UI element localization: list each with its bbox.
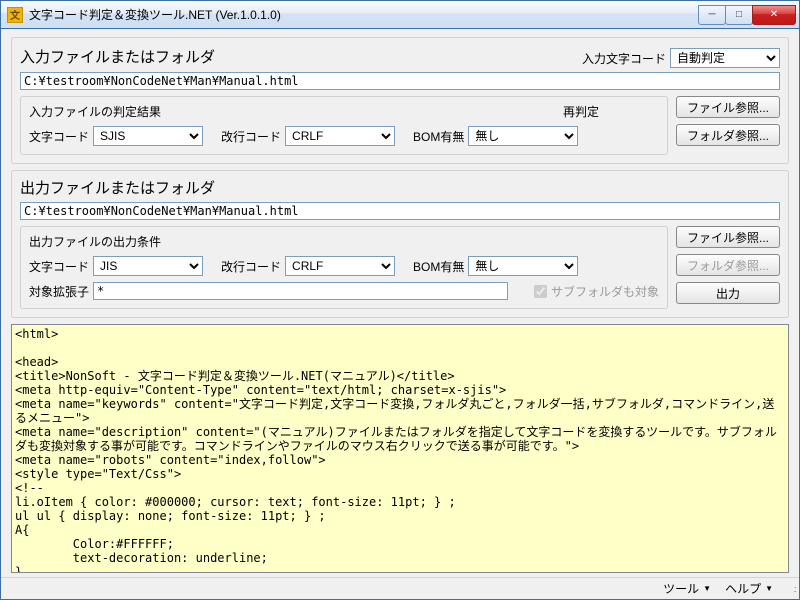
resize-grip[interactable]: .:: — [781, 586, 795, 592]
minimize-button[interactable]: ─ — [698, 5, 726, 25]
preview-pane[interactable]: <html> <head> <title>NonSoft - 文字コード判定＆変… — [11, 324, 789, 573]
input-judge-group: 入力ファイルの判定結果 再判定 文字コード SJIS 改行コード CRLF BO… — [20, 96, 668, 155]
tools-menu[interactable]: ツール ▼ — [657, 580, 717, 597]
input-encoding-label: 入力文字コード — [582, 50, 666, 67]
output-char-select[interactable]: JIS — [93, 256, 203, 276]
tools-label: ツール — [663, 580, 699, 597]
output-file-ref-button[interactable]: ファイル参照... — [676, 226, 780, 248]
window-title: 文字コード判定＆変換ツール.NET (Ver.1.0.1.0) — [29, 6, 699, 23]
chevron-down-icon: ▼ — [765, 584, 773, 593]
output-path-field[interactable] — [20, 202, 780, 220]
help-menu[interactable]: ヘルプ ▼ — [719, 580, 779, 597]
input-encoding-select[interactable]: 自動判定 — [670, 48, 780, 68]
input-group: 入力ファイルまたはフォルダ 入力文字コード 自動判定 入力ファイルの判定結果 再… — [11, 37, 789, 164]
output-folder-ref-button: フォルダ参照... — [676, 254, 780, 276]
input-group-title: 入力ファイルまたはフォルダ — [20, 46, 215, 67]
output-bom-label: BOM有無 — [413, 258, 464, 275]
input-char-label: 文字コード — [29, 128, 89, 145]
subfolder-label: サブフォルダも対象 — [551, 283, 659, 300]
output-char-label: 文字コード — [29, 258, 89, 275]
output-cond-title: 出力ファイルの出力条件 — [29, 233, 161, 250]
output-ext-field[interactable] — [93, 282, 508, 300]
output-bom-select[interactable]: 無し — [468, 256, 578, 276]
subfolder-checkbox-input — [534, 285, 547, 298]
subfolder-checkbox: サブフォルダも対象 — [534, 283, 659, 300]
output-group-title: 出力ファイルまたはフォルダ — [20, 177, 215, 198]
input-path-field[interactable] — [20, 72, 780, 90]
output-button[interactable]: 出力 — [676, 282, 780, 304]
input-lf-select[interactable]: CRLF — [285, 126, 395, 146]
titlebar[interactable]: 文 文字コード判定＆変換ツール.NET (Ver.1.0.1.0) ─ □ ✕ — [1, 1, 799, 29]
input-bom-select[interactable]: 無し — [468, 126, 578, 146]
output-lf-label: 改行コード — [221, 258, 281, 275]
input-judge-title: 入力ファイルの判定結果 — [29, 103, 161, 120]
output-ext-label: 対象拡張子 — [29, 283, 89, 300]
input-lf-label: 改行コード — [221, 128, 281, 145]
statusbar: ツール ▼ ヘルプ ▼ .:: — [1, 577, 799, 599]
app-window: 文 文字コード判定＆変換ツール.NET (Ver.1.0.1.0) ─ □ ✕ … — [0, 0, 800, 600]
output-cond-group: 出力ファイルの出力条件 文字コード JIS 改行コード CRLF BOM有無 無… — [20, 226, 668, 309]
app-icon: 文 — [7, 7, 23, 23]
input-bom-label: BOM有無 — [413, 128, 464, 145]
input-char-select[interactable]: SJIS — [93, 126, 203, 146]
output-group: 出力ファイルまたはフォルダ 出力ファイルの出力条件 文字コード JIS 改行コー… — [11, 170, 789, 318]
rejudge-label: 再判定 — [563, 103, 599, 120]
content-area: 入力ファイルまたはフォルダ 入力文字コード 自動判定 入力ファイルの判定結果 再… — [1, 29, 799, 577]
maximize-button[interactable]: □ — [725, 5, 753, 25]
output-lf-select[interactable]: CRLF — [285, 256, 395, 276]
chevron-down-icon: ▼ — [703, 584, 711, 593]
help-label: ヘルプ — [725, 580, 761, 597]
close-button[interactable]: ✕ — [752, 5, 796, 25]
input-file-ref-button[interactable]: ファイル参照... — [676, 96, 780, 118]
input-folder-ref-button[interactable]: フォルダ参照... — [676, 124, 780, 146]
